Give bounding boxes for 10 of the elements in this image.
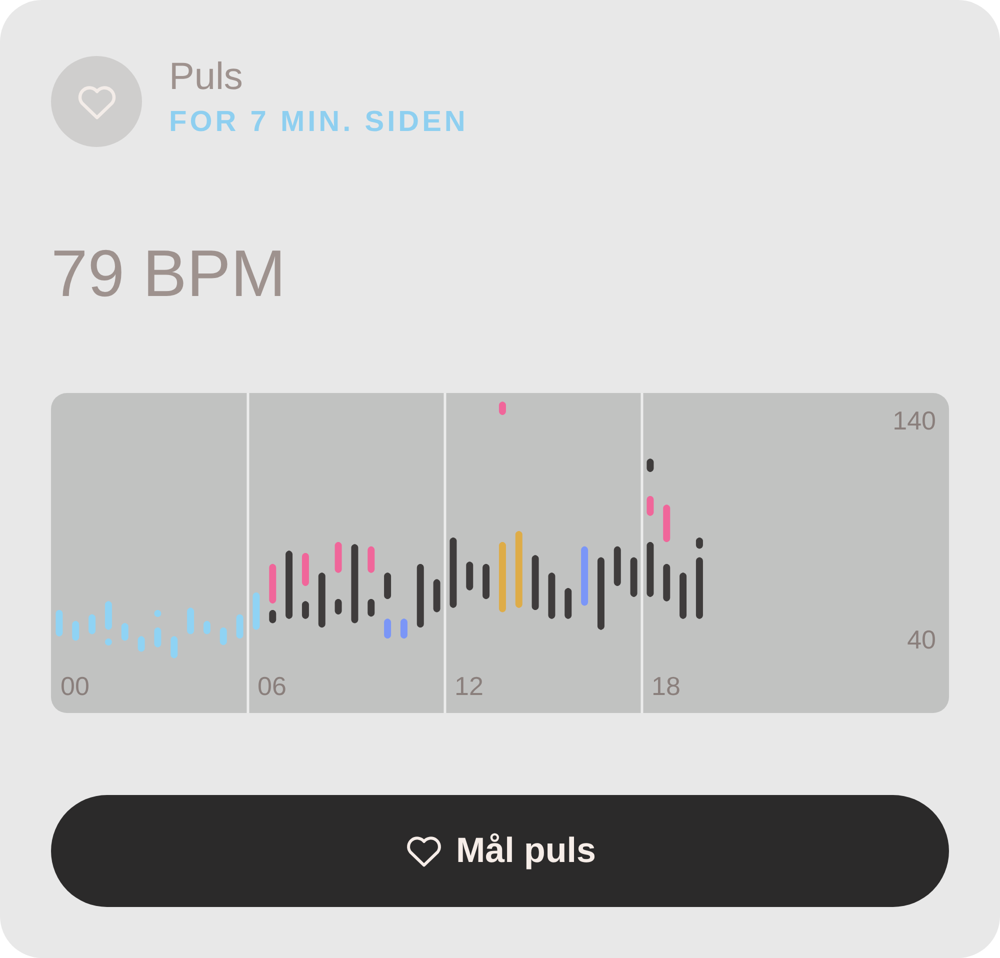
axis-label: 00 <box>60 671 90 701</box>
axis-label: 18 <box>652 671 680 701</box>
axis-label: 12 <box>454 671 484 701</box>
time-ago-label: FOR 7 MIN. SIDEN <box>169 104 468 138</box>
axis-label: 40 <box>907 624 936 654</box>
heart-rate-reading: 79 BPM <box>51 235 287 311</box>
measure-pulse-button[interactable]: Mål puls <box>51 795 949 907</box>
card-title: Puls <box>169 54 244 98</box>
axis-label: 06 <box>258 671 286 701</box>
axis-label: 140 <box>892 405 936 436</box>
